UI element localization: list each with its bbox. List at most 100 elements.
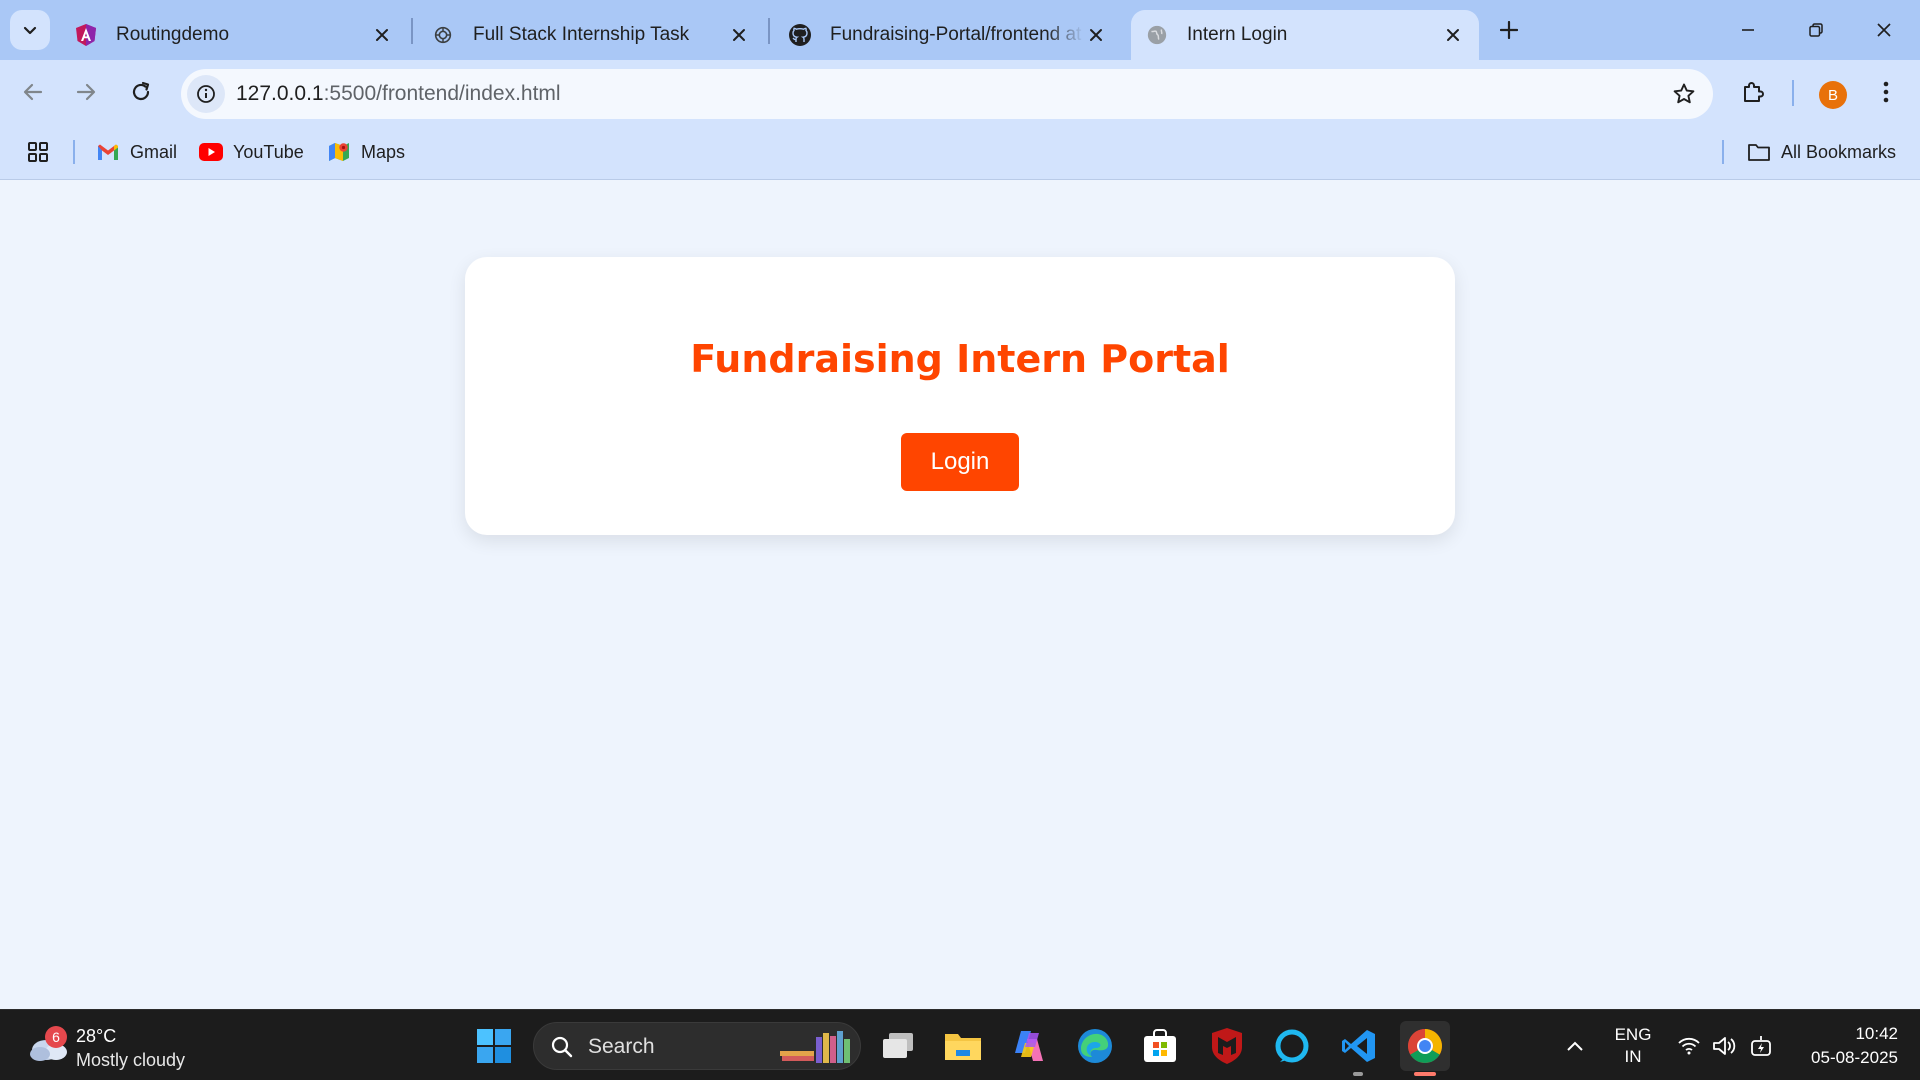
address-bar[interactable]: 127.0.0.1:5500/frontend/index.html — [181, 69, 1713, 119]
microsoft-store-button[interactable] — [1135, 1021, 1185, 1071]
show-hidden-icons-button[interactable] — [1558, 1010, 1592, 1080]
browser-menu-button[interactable] — [1866, 72, 1906, 112]
bookmark-star-button[interactable] — [1671, 81, 1697, 107]
bookmark-maps[interactable]: Maps — [327, 138, 405, 166]
alexa-button[interactable] — [1267, 1021, 1317, 1071]
tab-search-button[interactable] — [10, 10, 50, 50]
bookmark-separator — [73, 140, 75, 164]
login-button[interactable]: Login — [901, 433, 1019, 491]
volume-status[interactable] — [1708, 1010, 1742, 1080]
windows-logo-icon — [477, 1029, 511, 1063]
toolbar-separator — [1792, 80, 1794, 106]
chrome-icon — [1408, 1029, 1442, 1063]
tab-strip: Routingdemo Full Stack Internship Task F… — [0, 0, 1920, 60]
bookmark-label: YouTube — [233, 141, 304, 162]
tab-intern-login[interactable]: Intern Login — [1131, 10, 1479, 60]
github-icon — [788, 23, 812, 47]
all-bookmarks-label: All Bookmarks — [1781, 141, 1897, 162]
clock-time: 10:42 — [1855, 1024, 1898, 1043]
bookmark-gmail[interactable]: Gmail — [96, 138, 177, 166]
restore-button[interactable] — [1782, 0, 1850, 60]
wifi-status[interactable] — [1672, 1010, 1706, 1080]
folder-icon — [1747, 140, 1771, 164]
page-title: Fundraising Intern Portal — [690, 337, 1230, 381]
youtube-icon — [199, 140, 223, 164]
forward-button[interactable] — [66, 72, 106, 112]
close-icon[interactable] — [727, 23, 751, 47]
bookmarks-bar: Gmail YouTube Maps All Bookmarks — [0, 126, 1920, 180]
site-info-button[interactable] — [187, 75, 225, 113]
edge-button[interactable] — [1070, 1021, 1120, 1071]
weather-temp: 28°C — [76, 1026, 117, 1046]
extensions-button[interactable] — [1733, 72, 1773, 112]
alexa-icon — [1275, 1029, 1309, 1063]
language-indicator[interactable]: ENG IN — [1608, 1010, 1658, 1080]
minimize-button[interactable] — [1714, 0, 1782, 60]
maps-icon — [327, 140, 351, 164]
close-icon[interactable] — [1441, 23, 1465, 47]
arrow-left-icon — [23, 83, 43, 101]
copilot-icon — [1015, 1031, 1043, 1061]
info-icon — [197, 85, 215, 103]
apps-grid-icon — [28, 142, 48, 162]
all-bookmarks-button[interactable]: All Bookmarks — [1747, 138, 1896, 166]
tab-fundraising-portal-github[interactable]: Fundraising-Portal/frontend at ma — [774, 10, 1122, 60]
url-path: :5500/frontend/index.html — [323, 82, 561, 105]
angular-icon — [74, 23, 98, 47]
wifi-icon — [1678, 1037, 1700, 1054]
windows-taskbar: 6 28°C Mostly cloudy Search ENG IN 10:42… — [0, 1009, 1920, 1080]
profile-avatar[interactable]: B — [1819, 81, 1847, 109]
taskbar-search[interactable]: Search — [533, 1022, 861, 1070]
tab-full-stack-internship-task[interactable]: Full Stack Internship Task — [417, 10, 765, 60]
file-explorer-button[interactable] — [938, 1021, 988, 1071]
folder-icon — [945, 1034, 981, 1060]
battery-status[interactable] — [1744, 1010, 1778, 1080]
tab-separator — [411, 18, 413, 44]
apps-button[interactable] — [26, 138, 50, 166]
language-line2: IN — [1624, 1046, 1642, 1066]
close-icon[interactable] — [370, 23, 394, 47]
chrome-button[interactable] — [1400, 1021, 1450, 1071]
language-line1: ENG — [1614, 1024, 1652, 1044]
speaker-icon — [1713, 1036, 1736, 1055]
plus-icon — [1500, 21, 1518, 39]
globe-icon — [1145, 23, 1169, 47]
bookmark-youtube[interactable]: YouTube — [199, 138, 304, 166]
copilot-button[interactable] — [1004, 1021, 1054, 1071]
page-viewport: Fundraising Intern Portal Login — [0, 181, 1920, 1009]
tab-separator — [768, 18, 770, 44]
gmail-icon — [96, 140, 120, 164]
close-window-button[interactable] — [1850, 0, 1918, 60]
close-icon[interactable] — [1084, 23, 1108, 47]
weather-widget[interactable]: 6 28°C Mostly cloudy — [26, 1020, 226, 1072]
star-icon — [1673, 83, 1695, 104]
task-view-icon — [883, 1033, 913, 1058]
weather-badge: 6 — [45, 1026, 67, 1048]
new-tab-button[interactable] — [1491, 12, 1527, 48]
back-button[interactable] — [13, 72, 53, 112]
bookmark-label: Gmail — [130, 141, 178, 162]
mcafee-button[interactable] — [1202, 1021, 1252, 1071]
arrow-right-icon — [76, 83, 96, 101]
system-clock[interactable]: 10:42 05-08-2025 — [1811, 1022, 1898, 1070]
start-button[interactable] — [469, 1021, 519, 1071]
more-vertical-icon — [1883, 81, 1889, 103]
mcafee-shield-icon — [1212, 1028, 1242, 1064]
tab-title: Full Stack Internship Task — [473, 24, 690, 45]
search-icon — [551, 1036, 573, 1058]
tab-title: Routingdemo — [116, 24, 230, 45]
battery-charging-icon — [1751, 1035, 1771, 1056]
bookmark-label: Maps — [361, 141, 406, 162]
running-indicator — [1353, 1072, 1363, 1076]
tab-routingdemo[interactable]: Routingdemo — [60, 10, 408, 60]
reload-button[interactable] — [121, 72, 161, 112]
edge-icon — [1078, 1029, 1112, 1063]
clock-date: 05-08-2025 — [1811, 1048, 1898, 1067]
puzzle-icon — [1744, 82, 1764, 102]
vscode-icon — [1342, 1030, 1375, 1062]
minimize-icon — [1742, 29, 1754, 31]
login-card: Fundraising Intern Portal Login — [465, 257, 1455, 535]
vscode-button[interactable] — [1334, 1021, 1384, 1071]
url-text[interactable]: 127.0.0.1:5500/frontend/index.html — [236, 82, 561, 106]
task-view-button[interactable] — [873, 1021, 923, 1071]
